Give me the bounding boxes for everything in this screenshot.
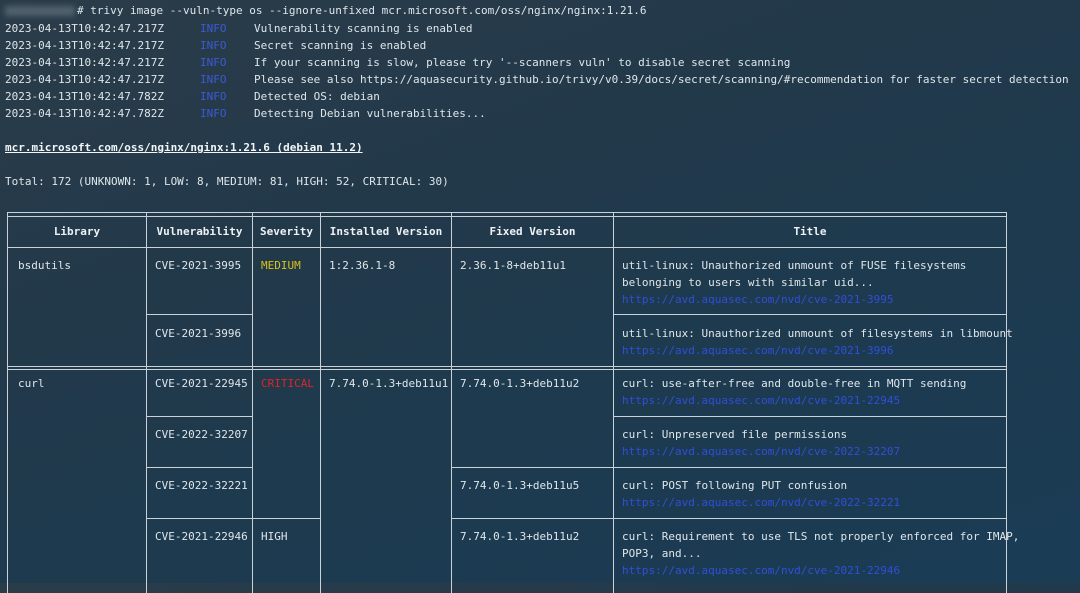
header-vulnerability: Vulnerability — [156, 225, 243, 238]
row-separator — [614, 416, 1006, 417]
installed-version: 1:2.36.1-8 — [329, 259, 396, 272]
row-separator — [452, 467, 1006, 468]
column-divider — [146, 213, 147, 593]
terminal-window: # trivy image --vuln-type os --ignore-un… — [0, 0, 1080, 593]
header-title: Title — [793, 225, 827, 238]
severity-badge: HIGH — [261, 530, 288, 543]
vulnerability-table: Library Vulnerability Severity Installed… — [7, 212, 1019, 593]
vulnerability-id: CVE-2021-22945 — [155, 377, 248, 390]
installed-version: 7.74.0-1.3+deb11u1 — [329, 377, 449, 390]
vulnerability-title: util-linux: Unauthorized unmount of file… — [622, 327, 1013, 340]
header-severity: Severity — [260, 225, 313, 238]
row-separator — [452, 518, 1006, 519]
prompt: # — [77, 4, 91, 17]
severity-badge: CRITICAL — [261, 377, 314, 390]
log-line: 2023-04-13T10:42:47.217Z INFO Vulnerabilit… — [5, 20, 473, 37]
advisory-link[interactable]: https://avd.aquasec.com/nvd/cve-2021-229… — [622, 392, 900, 409]
header-separator — [8, 247, 1006, 248]
log-line: 2023-04-13T10:42:47.217Z INFO Secret scann… — [5, 37, 426, 54]
log-level: INFO — [200, 22, 227, 35]
column-divider — [320, 213, 321, 593]
vulnerability-id: CVE-2021-3995 — [155, 259, 242, 272]
row-separator — [146, 314, 253, 315]
log-message: Vulnerability scanning is enabled — [254, 22, 473, 35]
log-message: Please see also https://aquasecurity.git… — [254, 73, 1069, 86]
vulnerability-title: curl: Unpreserved file permissions — [622, 428, 848, 441]
advisory-link[interactable]: https://avd.aquasec.com/nvd/cve-2022-322… — [622, 494, 900, 511]
log-timestamp: 2023-04-13T10:42:47.217Z — [5, 22, 164, 35]
library-cell: curl — [18, 377, 45, 390]
library-cell: bsdutils — [18, 259, 71, 272]
log-level: INFO — [200, 56, 227, 69]
log-message: Detected OS: debian — [254, 90, 380, 103]
redacted-hostname — [5, 6, 75, 16]
advisory-link[interactable]: https://avd.aquasec.com/nvd/cve-2021-229… — [622, 562, 900, 579]
command-line: # trivy image --vuln-type os --ignore-un… — [5, 2, 647, 19]
fixed-version: 7.74.0-1.3+deb11u5 — [460, 479, 580, 492]
command-text: trivy image --vuln-type os --ignore-unfi… — [90, 4, 647, 17]
header-fixed-version: Fixed Version — [489, 225, 576, 238]
log-level: INFO — [200, 90, 227, 103]
vulnerability-id: CVE-2022-32207 — [155, 428, 248, 441]
log-level: INFO — [200, 107, 227, 120]
log-level: INFO — [200, 39, 227, 52]
row-separator — [146, 467, 253, 468]
vulnerability-title-cont: POP3, and... — [622, 547, 702, 560]
fixed-version: 7.74.0-1.3+deb11u2 — [460, 530, 580, 543]
header-library: Library — [53, 225, 101, 238]
log-message: Detecting Debian vulnerabilities... — [254, 107, 486, 120]
log-timestamp: 2023-04-13T10:42:47.782Z — [5, 107, 164, 120]
group-separator — [8, 366, 1006, 367]
advisory-link[interactable]: https://avd.aquasec.com/nvd/cve-2022-322… — [622, 443, 900, 460]
fixed-version: 7.74.0-1.3+deb11u2 — [460, 377, 580, 390]
header-installed-version: Installed Version — [329, 225, 443, 238]
log-line: 2023-04-13T10:42:47.782Z INFO Detected OS:… — [5, 88, 380, 105]
vulnerability-total: Total: 172 (UNKNOWN: 1, LOW: 8, MEDIUM: … — [5, 175, 449, 188]
vulnerability-title: curl: use-after-free and double-free in … — [622, 377, 967, 390]
row-separator — [146, 416, 253, 417]
vulnerability-title-cont: belonging to users with similar uid... — [622, 276, 874, 289]
vulnerability-id: CVE-2021-22946 — [155, 530, 248, 543]
log-timestamp: 2023-04-13T10:42:47.217Z — [5, 73, 164, 86]
log-timestamp: 2023-04-13T10:42:47.217Z — [5, 56, 164, 69]
row-separator — [146, 518, 321, 519]
vulnerability-title: curl: Requirement to use TLS not properl… — [622, 530, 1020, 543]
log-timestamp: 2023-04-13T10:42:47.217Z — [5, 39, 164, 52]
table-border — [8, 216, 1006, 217]
log-level: INFO — [200, 73, 227, 86]
vulnerability-id: CVE-2022-32221 — [155, 479, 248, 492]
column-divider — [252, 213, 253, 593]
column-divider — [613, 213, 614, 593]
log-line: 2023-04-13T10:42:47.217Z INFO If your scan… — [5, 54, 790, 71]
log-message: Secret scanning is enabled — [254, 39, 427, 52]
fixed-version: 2.36.1-8+deb11u1 — [460, 259, 566, 272]
vulnerability-title: util-linux: Unauthorized unmount of FUSE… — [622, 259, 967, 272]
scan-target-title: mcr.microsoft.com/oss/nginx/nginx:1.21.6… — [5, 141, 363, 154]
log-line: 2023-04-13T10:42:47.217Z INFO Please see a… — [5, 71, 1069, 88]
row-separator — [614, 314, 1006, 315]
vulnerability-id: CVE-2021-3996 — [155, 327, 242, 340]
advisory-link[interactable]: https://avd.aquasec.com/nvd/cve-2021-399… — [622, 342, 894, 359]
group-separator — [8, 369, 1006, 370]
advisory-link[interactable]: https://avd.aquasec.com/nvd/cve-2021-399… — [622, 291, 894, 308]
vulnerability-title: curl: POST following PUT confusion — [622, 479, 848, 492]
log-message: If your scanning is slow, please try '--… — [254, 56, 791, 69]
severity-badge: MEDIUM — [261, 259, 301, 272]
log-timestamp: 2023-04-13T10:42:47.782Z — [5, 90, 164, 103]
log-line: 2023-04-13T10:42:47.782Z INFO Detecting De… — [5, 105, 486, 122]
column-divider — [451, 213, 452, 593]
